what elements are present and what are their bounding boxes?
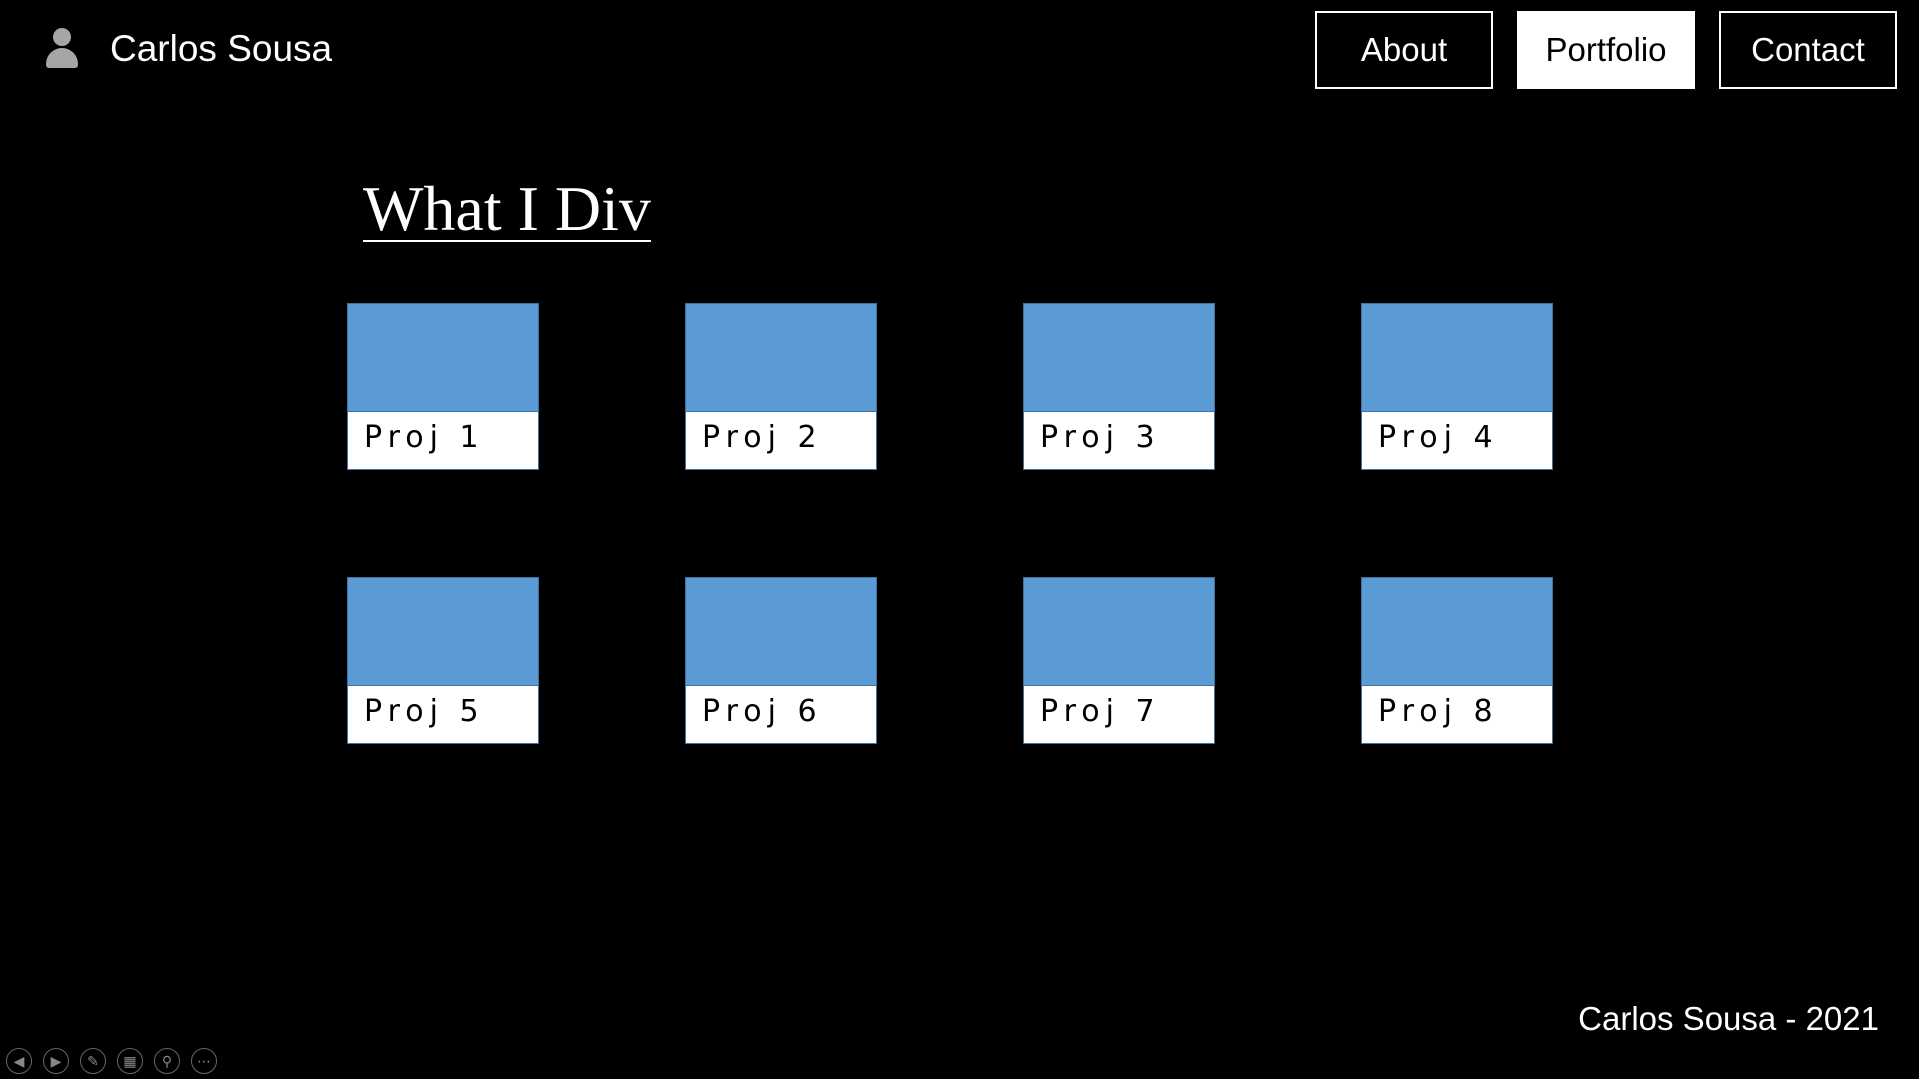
nav-about-button[interactable]: About — [1315, 11, 1493, 89]
previous-icon[interactable]: ◀ — [6, 1048, 32, 1074]
person-icon — [44, 28, 80, 70]
footer-credit: Carlos Sousa - 2021 — [1578, 1000, 1879, 1037]
project-thumbnail — [1024, 304, 1214, 412]
project-label: Proj 6 — [702, 694, 823, 729]
project-thumbnail — [686, 578, 876, 686]
section-title: What I Div — [363, 173, 651, 244]
project-card-2[interactable]: Proj 2 — [685, 303, 877, 470]
project-label: Proj 1 — [364, 420, 485, 455]
project-thumbnail — [1362, 304, 1552, 412]
project-thumbnail — [1362, 578, 1552, 686]
project-label: Proj 3 — [1040, 420, 1161, 455]
slides-grid-icon[interactable]: ▦ — [117, 1048, 143, 1074]
project-thumbnail — [1024, 578, 1214, 686]
project-label: Proj 5 — [364, 694, 485, 729]
project-card-5[interactable]: Proj 5 — [347, 577, 539, 744]
project-label: Proj 2 — [702, 420, 823, 455]
project-card-4[interactable]: Proj 4 — [1361, 303, 1553, 470]
project-card-7[interactable]: Proj 7 — [1023, 577, 1215, 744]
top-nav: About Portfolio Contact — [1315, 11, 1897, 89]
project-thumbnail — [686, 304, 876, 412]
brand[interactable]: Carlos Sousa — [44, 28, 332, 70]
nav-contact-button[interactable]: Contact — [1719, 11, 1897, 89]
pen-icon[interactable]: ✎ — [80, 1048, 106, 1074]
project-card-1[interactable]: Proj 1 — [347, 303, 539, 470]
project-label: Proj 7 — [1040, 694, 1161, 729]
project-thumbnail — [348, 578, 538, 686]
brand-name: Carlos Sousa — [110, 28, 333, 69]
project-label: Proj 8 — [1378, 694, 1499, 729]
project-grid: Proj 1 Proj 2 Proj 3 Proj 4 Proj 5 Proj … — [347, 303, 1553, 744]
nav-portfolio-button[interactable]: Portfolio — [1517, 11, 1695, 89]
zoom-icon[interactable]: ⚲ — [154, 1048, 180, 1074]
project-label: Proj 4 — [1378, 420, 1499, 455]
project-card-6[interactable]: Proj 6 — [685, 577, 877, 744]
project-card-3[interactable]: Proj 3 — [1023, 303, 1215, 470]
project-card-8[interactable]: Proj 8 — [1361, 577, 1553, 744]
slideshow-controls: ◀ ▶ ✎ ▦ ⚲ ⋯ — [6, 1048, 217, 1074]
project-thumbnail — [348, 304, 538, 412]
next-icon[interactable]: ▶ — [43, 1048, 69, 1074]
more-icon[interactable]: ⋯ — [191, 1048, 217, 1074]
